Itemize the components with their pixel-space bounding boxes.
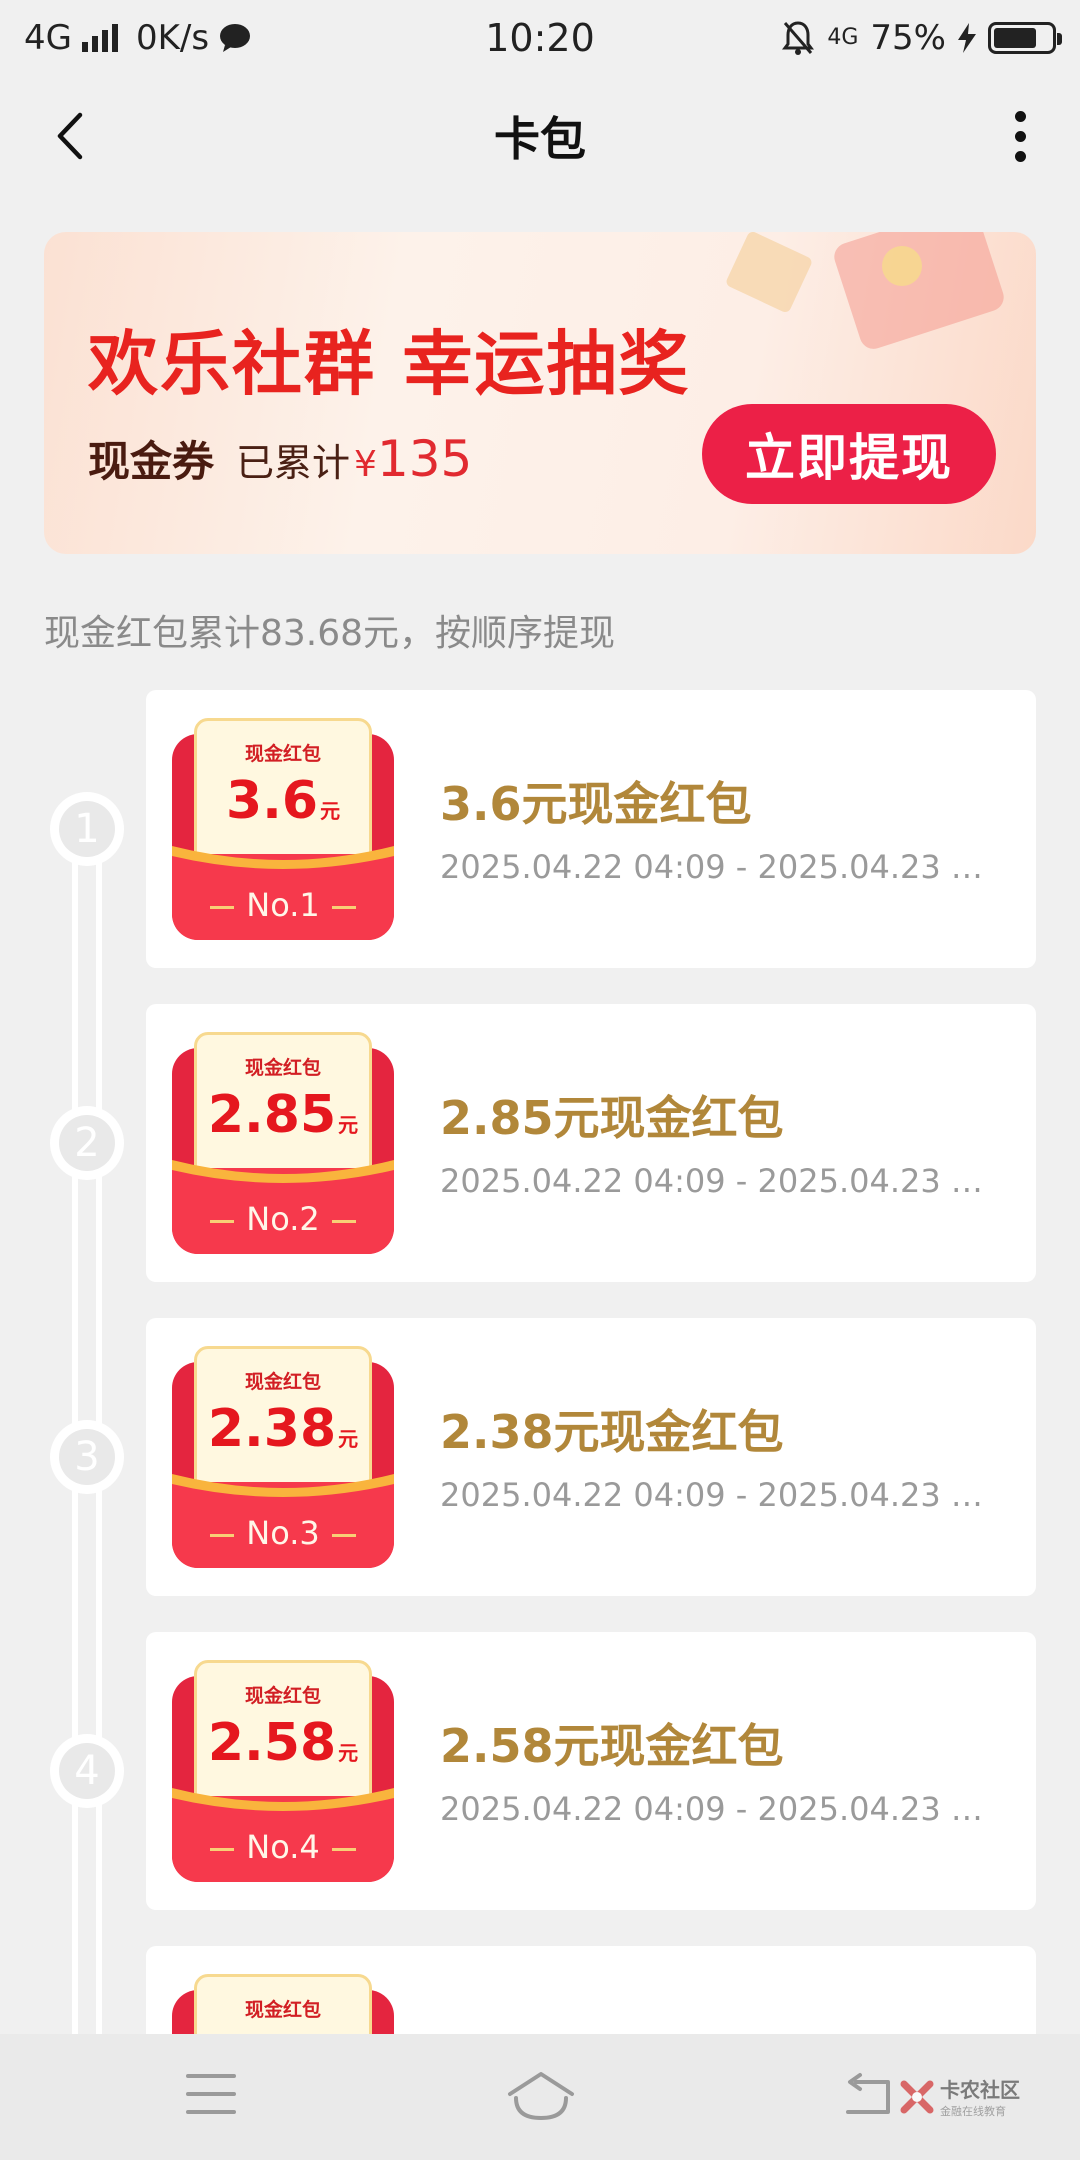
- red-packet-coupon-icon: 现金红包 2.58 元 No.4: [172, 1660, 394, 1882]
- chevron-left-icon: [57, 112, 83, 160]
- red-packet-card[interactable]: 现金红包 2.58 元 No.4 2.58元现金红包 2025.04.22 04:…: [146, 1632, 1036, 1910]
- kanong-logo-icon: [900, 2080, 934, 2113]
- accumulated-label: 已累计: [236, 441, 351, 485]
- coupon-label: 现金红包: [244, 1057, 321, 1079]
- network-type: 4G: [24, 18, 72, 58]
- system-navigation-bar: 卡农社区 金融在线教育: [0, 2034, 1080, 2160]
- banner-subtitle: 现金券 已累计 ¥ 135: [88, 428, 472, 489]
- currency-symbol: ¥: [354, 444, 377, 485]
- red-packet-coupon-icon: 现金红包 2.38 元 No.3: [172, 1346, 394, 1568]
- red-packet-title: 2.58元现金红包: [440, 1719, 784, 1773]
- coupon-label: 现金红包: [244, 1685, 321, 1707]
- back-button[interactable]: [40, 106, 100, 166]
- red-packet-title: 3.6元现金红包: [440, 777, 752, 831]
- network-speed: 0K/s: [135, 18, 210, 58]
- battery-icon: [988, 22, 1062, 54]
- coupon-label: 现金红包: [244, 1999, 321, 2021]
- menu-icon[interactable]: [186, 2074, 236, 2114]
- status-bar: 4G 0K/s 10:20 4G 75%: [0, 0, 1080, 76]
- home-icon[interactable]: [506, 2070, 576, 2122]
- watermark-subtitle: 金融在线教育: [940, 2105, 1006, 2118]
- step-indicator: 2: [50, 1106, 124, 1180]
- coupon-number: No.4: [172, 1828, 394, 1866]
- coupon-amount: 2.38 元: [207, 1399, 359, 1459]
- red-packet-validity: 2025.04.22 04:09 - 2025.04.23 04:09: [440, 1790, 1000, 1828]
- coupon-amount: 3.6 元: [225, 771, 341, 831]
- step-indicator: 4: [50, 1734, 124, 1808]
- more-dot-icon: [1014, 130, 1026, 142]
- red-packet-card[interactable]: 现金红包 2.38 元 No.3 2.38元现金红包 2025.04.22 04:…: [146, 1318, 1036, 1596]
- red-packet-card[interactable]: 现金红包 2.85 元 No.2 2.85元现金红包 2025.04.22 04:…: [146, 1004, 1036, 1282]
- page-title: 卡包: [494, 112, 586, 166]
- red-packet-title: 2.85元现金红包: [440, 1091, 784, 1145]
- step-indicator: 3: [50, 1420, 124, 1494]
- return-icon[interactable]: [842, 2072, 896, 2118]
- more-options-button[interactable]: [1000, 106, 1040, 166]
- navigation-bar: 卡包: [0, 76, 1080, 196]
- coupon-number: No.2: [172, 1200, 394, 1238]
- step-indicator: 1: [50, 792, 124, 866]
- red-packet-coupon-icon: 现金红包 3.6 元 No.1: [172, 718, 394, 940]
- red-packet-validity: 2025.04.22 04:09 - 2025.04.23 04:09: [440, 848, 1000, 886]
- red-packet-validity: 2025.04.22 04:09 - 2025.04.23 04:09: [440, 1162, 1000, 1200]
- network-type-2: 4G: [827, 25, 859, 50]
- red-packet-title: 2.38元现金红包: [440, 1405, 784, 1459]
- coupon-label: 现金红包: [244, 743, 321, 765]
- coin-decoration: [882, 246, 922, 286]
- lottery-banner[interactable]: 欢乐社群 幸运抽奖 现金券 已累计 ¥ 135 立即提现: [44, 232, 1036, 554]
- more-dot-icon: [1014, 110, 1026, 122]
- coupon-number: No.1: [172, 886, 394, 924]
- charging-icon: [958, 23, 976, 53]
- battery-percent: 75%: [870, 18, 946, 58]
- coupon-amount: 2.58 元: [207, 1713, 359, 1773]
- withdraw-tip: 现金红包累计83.68元，按顺序提现: [44, 613, 616, 654]
- coupon-label: 现金券: [88, 437, 215, 486]
- mute-bell-icon: [782, 21, 815, 55]
- red-packet-card[interactable]: 现金红包 3.6 元 No.1 3.6元现金红包 2025.04.22 04:09…: [146, 690, 1036, 968]
- more-dot-icon: [1014, 150, 1026, 162]
- red-packet-coupon-icon: 现金红包 2.85 元 No.2: [172, 1032, 394, 1254]
- banner-decoration: [724, 232, 814, 314]
- red-packet-validity: 2025.04.22 04:09 - 2025.04.23 04:09: [440, 1476, 1000, 1514]
- chat-notification-icon: [220, 24, 251, 52]
- accumulated-amount: 135: [376, 430, 473, 488]
- banner-title: 欢乐社群 幸运抽奖: [88, 323, 691, 405]
- watermark-title: 卡农社区: [940, 2078, 1020, 2102]
- withdraw-now-button[interactable]: 立即提现: [702, 404, 996, 504]
- coupon-amount: 2.85 元: [207, 1085, 359, 1145]
- signal-icon: [81, 24, 118, 52]
- coupon-label: 现金红包: [244, 1371, 321, 1393]
- watermark: 卡农社区 金融在线教育: [900, 2074, 1020, 2119]
- red-envelope-decoration: [830, 232, 1008, 353]
- coupon-number: No.3: [172, 1514, 394, 1552]
